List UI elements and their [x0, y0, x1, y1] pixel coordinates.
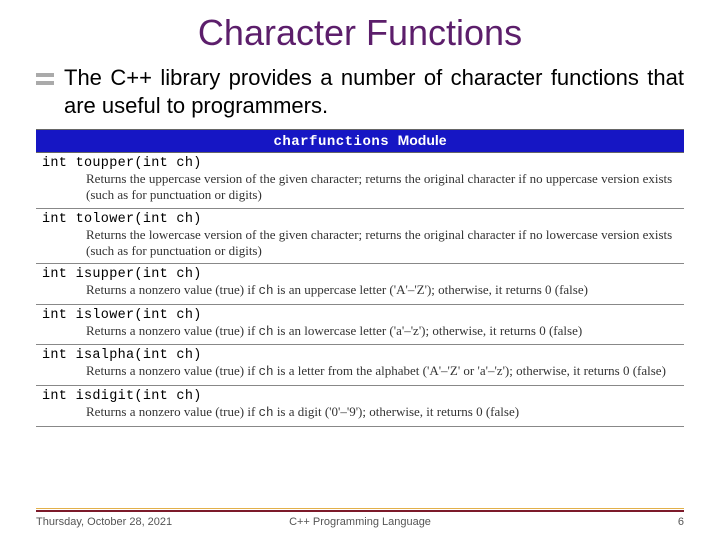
function-signature: int isupper(int ch) — [42, 267, 678, 282]
function-signature: int tolower(int ch) — [42, 212, 678, 227]
function-signature: int isdigit(int ch) — [42, 389, 678, 404]
function-row: int islower(int ch) Returns a nonzero va… — [36, 305, 684, 346]
function-row: int isupper(int ch) Returns a nonzero va… — [36, 264, 684, 305]
function-description: Returns a nonzero value (true) if ch is … — [42, 282, 678, 300]
body-text: The C++ library provides a number of cha… — [64, 64, 684, 119]
slide-footer: Thursday, October 28, 2021 C++ Programmi… — [36, 510, 684, 528]
function-signature: int isalpha(int ch) — [42, 348, 678, 363]
function-signature: int islower(int ch) — [42, 308, 678, 323]
function-row: int toupper(int ch) Returns the uppercas… — [36, 153, 684, 209]
module-label: Module — [398, 132, 447, 148]
footer-course: C++ Programming Language — [289, 516, 431, 528]
function-row: int isalpha(int ch) Returns a nonzero va… — [36, 345, 684, 386]
function-description: Returns the uppercase version of the giv… — [42, 171, 678, 204]
function-description: Returns the lowercase version of the giv… — [42, 227, 678, 260]
footer-date: Thursday, October 28, 2021 — [36, 516, 172, 528]
function-row: int tolower(int ch) Returns the lowercas… — [36, 209, 684, 265]
module-header: charfunctions Module — [36, 129, 684, 153]
function-description: Returns a nonzero value (true) if ch is … — [42, 404, 678, 422]
footer-page-number: 6 — [678, 516, 684, 528]
function-signature: int toupper(int ch) — [42, 156, 678, 171]
function-table: charfunctions Module int toupper(int ch)… — [36, 129, 684, 427]
slide: Character Functions The C++ library prov… — [0, 0, 720, 427]
slide-title: Character Functions — [36, 12, 684, 54]
function-description: Returns a nonzero value (true) if ch is … — [42, 323, 678, 341]
module-name: charfunctions — [273, 134, 389, 150]
function-description: Returns a nonzero value (true) if ch is … — [42, 363, 678, 381]
function-row: int isdigit(int ch) Returns a nonzero va… — [36, 386, 684, 427]
bullet-icon — [36, 73, 54, 85]
body-row: The C++ library provides a number of cha… — [36, 64, 684, 119]
